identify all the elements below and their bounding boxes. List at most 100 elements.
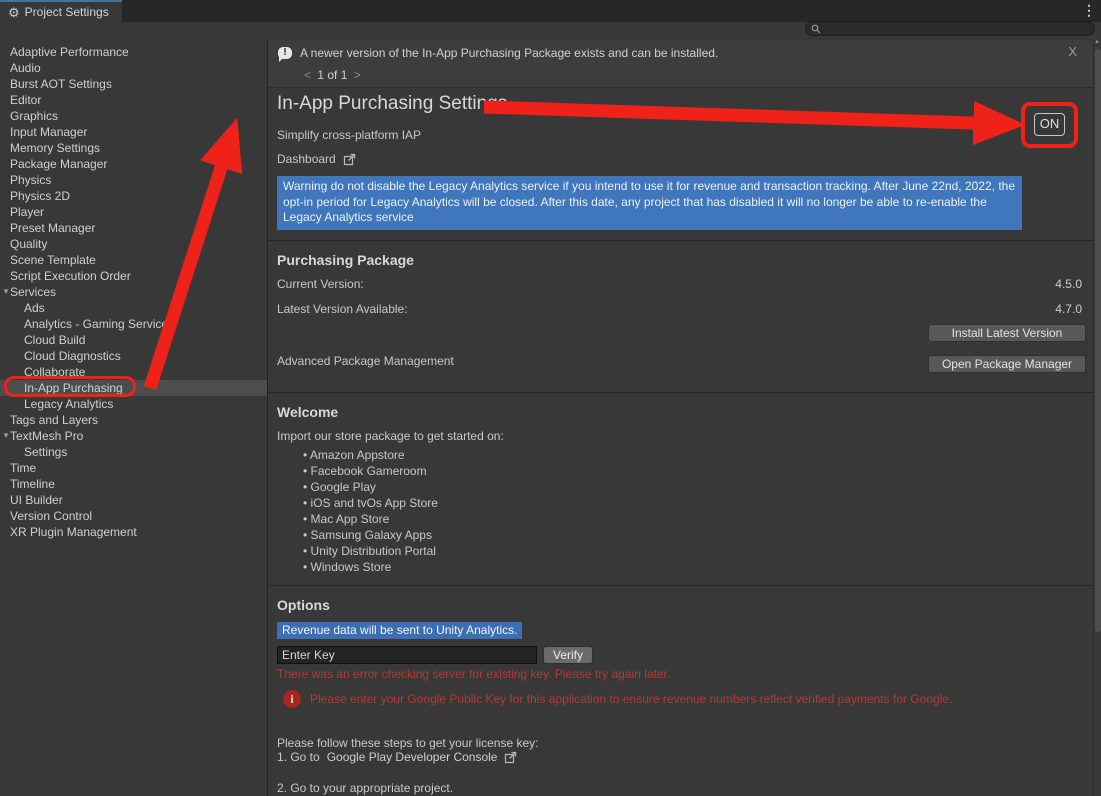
simplify-label: Simplify cross-platform IAP bbox=[277, 128, 421, 142]
sidebar-item-legacy-analytics[interactable]: Legacy Analytics bbox=[0, 396, 267, 412]
sidebar-item-label: Input Manager bbox=[10, 125, 87, 139]
sidebar-item-memory-settings[interactable]: Memory Settings bbox=[0, 140, 267, 156]
sidebar-item-version-control[interactable]: Version Control bbox=[0, 508, 267, 524]
sidebar-item-label: Physics bbox=[10, 173, 51, 187]
banner-close-button[interactable]: X bbox=[1068, 44, 1077, 59]
sidebar-item-adaptive-performance[interactable]: Adaptive Performance bbox=[0, 44, 267, 60]
sidebar-item-script-execution-order[interactable]: Script Execution Order bbox=[0, 268, 267, 284]
sidebar-item-player[interactable]: Player bbox=[0, 204, 267, 220]
legacy-analytics-warning: Warning do not disable the Legacy Analyt… bbox=[277, 176, 1022, 230]
pager-next-button[interactable]: > bbox=[351, 68, 364, 82]
scrollbar-thumb[interactable] bbox=[1095, 49, 1101, 632]
sidebar-item-physics[interactable]: Physics bbox=[0, 172, 267, 188]
banner-pager: < 1 of 1 > bbox=[301, 68, 364, 82]
store-list-item: Samsung Galaxy Apps bbox=[303, 527, 438, 543]
sidebar-item-label: Scene Template bbox=[10, 253, 96, 267]
steps-intro: Please follow these steps to get your li… bbox=[277, 736, 538, 750]
sidebar-item-label: Legacy Analytics bbox=[24, 397, 113, 411]
sidebar-item-analytics-gaming-services[interactable]: Analytics - Gaming Services bbox=[0, 316, 267, 332]
window-titlebar: ⚙ Project Settings ⋮ bbox=[0, 0, 1101, 22]
sidebar-item-graphics[interactable]: Graphics bbox=[0, 108, 267, 124]
iap-on-toggle[interactable]: ON bbox=[1034, 113, 1065, 136]
sidebar-item-cloud-diagnostics[interactable]: Cloud Diagnostics bbox=[0, 348, 267, 364]
sidebar-item-services[interactable]: ▼Services bbox=[0, 284, 267, 300]
gear-icon: ⚙ bbox=[8, 6, 20, 19]
section-divider bbox=[268, 392, 1093, 393]
sidebar-item-label: Quality bbox=[10, 237, 47, 251]
sidebar-item-label: Graphics bbox=[10, 109, 58, 123]
latest-version-label: Latest Version Available: bbox=[277, 302, 408, 316]
sidebar-item-label: Cloud Diagnostics bbox=[24, 349, 121, 363]
search-input[interactable] bbox=[805, 21, 1095, 36]
pager-text: 1 of 1 bbox=[317, 68, 347, 82]
current-version-label: Current Version: bbox=[277, 277, 364, 291]
sidebar-item-label: Memory Settings bbox=[10, 141, 100, 155]
store-list-item: Unity Distribution Portal bbox=[303, 543, 438, 559]
external-link-icon bbox=[504, 751, 517, 764]
sidebar-item-package-manager[interactable]: Package Manager bbox=[0, 156, 267, 172]
sidebar-item-label: Cloud Build bbox=[24, 333, 85, 347]
sidebar-item-preset-manager[interactable]: Preset Manager bbox=[0, 220, 267, 236]
verify-button[interactable]: Verify bbox=[543, 646, 593, 664]
advanced-package-label: Advanced Package Management bbox=[277, 354, 454, 368]
page-title: In-App Purchasing Settings bbox=[277, 93, 507, 115]
sidebar-item-xr-plugin-management[interactable]: XR Plugin Management bbox=[0, 524, 267, 540]
sidebar-item-editor[interactable]: Editor bbox=[0, 92, 267, 108]
sidebar-item-audio[interactable]: Audio bbox=[0, 60, 267, 76]
store-list-item: Windows Store bbox=[303, 559, 438, 575]
sidebar-item-ads[interactable]: Ads bbox=[0, 300, 267, 316]
section-divider bbox=[268, 585, 1093, 586]
error-info-icon: i bbox=[283, 690, 301, 708]
google-key-input[interactable] bbox=[277, 646, 537, 664]
sidebar-item-label: Version Control bbox=[10, 509, 92, 523]
tab-title: Project Settings bbox=[25, 5, 109, 19]
foldout-icon[interactable]: ▼ bbox=[2, 284, 12, 300]
welcome-intro: Import our store package to get started … bbox=[277, 429, 504, 443]
settings-sidebar: Adaptive PerformanceAudioBurst AOT Setti… bbox=[0, 44, 267, 540]
sidebar-item-ui-builder[interactable]: UI Builder bbox=[0, 492, 267, 508]
banner-message: A newer version of the In-App Purchasing… bbox=[300, 46, 718, 60]
sidebar-item-time[interactable]: Time bbox=[0, 460, 267, 476]
pager-prev-button[interactable]: < bbox=[301, 68, 314, 82]
sidebar-item-cloud-build[interactable]: Cloud Build bbox=[0, 332, 267, 348]
latest-version-value: 4.7.0 bbox=[1055, 302, 1082, 316]
sidebar-item-label: Preset Manager bbox=[10, 221, 95, 235]
store-list-item: Facebook Gameroom bbox=[303, 463, 438, 479]
dashboard-link[interactable]: Dashboard bbox=[277, 152, 356, 166]
sidebar-item-in-app-purchasing[interactable]: In-App Purchasing bbox=[0, 380, 267, 396]
sidebar-item-burst-aot-settings[interactable]: Burst AOT Settings bbox=[0, 76, 267, 92]
welcome-heading: Welcome bbox=[277, 404, 338, 420]
sidebar-item-label: Audio bbox=[10, 61, 41, 75]
sidebar-item-textmesh-pro[interactable]: ▼TextMesh Pro bbox=[0, 428, 267, 444]
tab-project-settings[interactable]: ⚙ Project Settings bbox=[0, 0, 122, 22]
sidebar-item-timeline[interactable]: Timeline bbox=[0, 476, 267, 492]
sidebar-item-quality[interactable]: Quality bbox=[0, 236, 267, 252]
external-link-icon bbox=[343, 153, 356, 166]
sidebar-item-physics-2d[interactable]: Physics 2D bbox=[0, 188, 267, 204]
section-divider bbox=[268, 240, 1093, 241]
sidebar-item-label: Settings bbox=[24, 445, 67, 459]
sidebar-item-label: In-App Purchasing bbox=[24, 381, 123, 395]
current-version-value: 4.5.0 bbox=[1055, 277, 1082, 291]
notification-banner: ! A newer version of the In-App Purchasi… bbox=[268, 40, 1093, 88]
open-package-manager-button[interactable]: Open Package Manager bbox=[928, 355, 1086, 373]
step-2: 2. Go to your appropriate project. bbox=[277, 781, 453, 795]
store-list-item: Mac App Store bbox=[303, 511, 438, 527]
google-play-console-link[interactable]: Google Play Developer Console bbox=[327, 750, 498, 764]
sidebar-item-settings[interactable]: Settings bbox=[0, 444, 267, 460]
sidebar-divider bbox=[267, 40, 268, 796]
sidebar-item-label: Package Manager bbox=[10, 157, 107, 171]
sidebar-item-label: Physics 2D bbox=[10, 189, 70, 203]
sidebar-item-scene-template[interactable]: Scene Template bbox=[0, 252, 267, 268]
google-key-note: Please enter your Google Public Key for … bbox=[310, 692, 1090, 706]
sidebar-item-tags-and-layers[interactable]: Tags and Layers bbox=[0, 412, 267, 428]
sidebar-item-input-manager[interactable]: Input Manager bbox=[0, 124, 267, 140]
install-latest-version-button[interactable]: Install Latest Version bbox=[928, 324, 1086, 342]
sidebar-item-label: XR Plugin Management bbox=[10, 525, 137, 539]
sidebar-item-collaborate[interactable]: Collaborate bbox=[0, 364, 267, 380]
kebab-menu-icon[interactable]: ⋮ bbox=[1082, 2, 1096, 19]
search-icon bbox=[811, 24, 821, 34]
scroll-up-arrow[interactable]: ▲ bbox=[1093, 39, 1101, 45]
foldout-icon[interactable]: ▼ bbox=[2, 428, 12, 444]
step-1: 1. Go to Google Play Developer Console bbox=[277, 750, 517, 764]
